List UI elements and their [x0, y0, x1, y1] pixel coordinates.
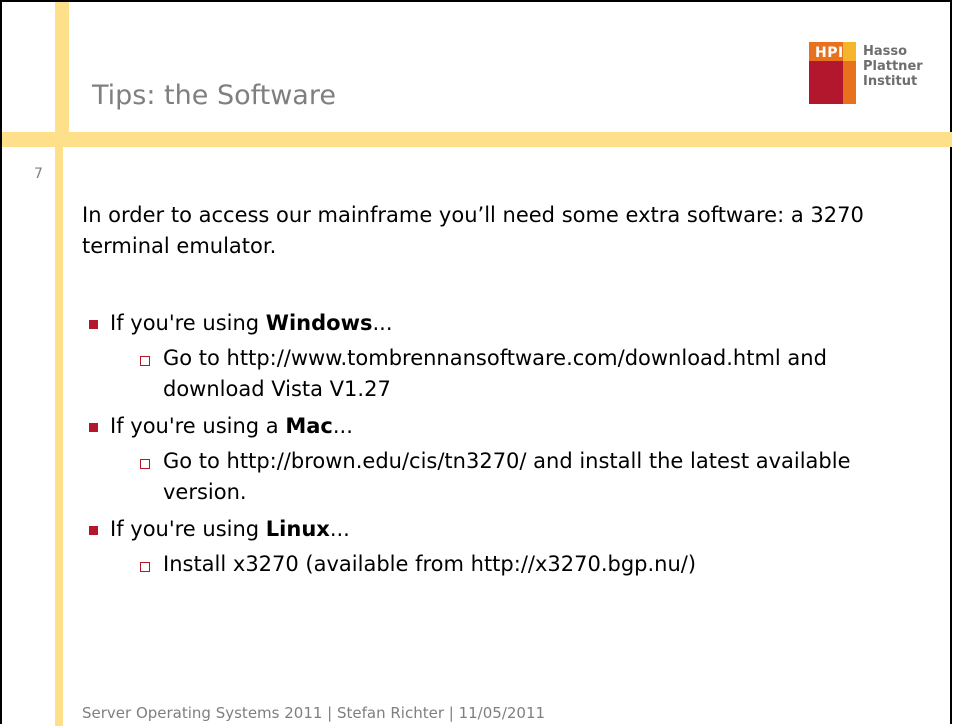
slide: Tips: the Software HPI Hasso Plattner In… [0, 0, 952, 726]
logo-line-2: Plattner [863, 59, 923, 74]
bullet-os-name: Mac [285, 414, 333, 438]
bullet-suffix: ... [372, 311, 393, 335]
sub-list-item: Go to http://www.tombrennansoftware.com/… [110, 343, 922, 405]
bullet-prefix: If you're using [110, 517, 266, 541]
sub-list-item: Install x3270 (available from http://x32… [110, 549, 922, 580]
hpi-logo-wordmark: Hasso Plattner Institut [863, 44, 923, 89]
logo-line-3: Institut [863, 74, 918, 89]
sub-list-item: Go to http://brown.edu/cis/tn3270/ and i… [110, 446, 922, 508]
hollow-square-bullet-icon [140, 459, 150, 469]
bullet-prefix: If you're using a [110, 414, 286, 438]
accent-bar-vertical [55, 147, 63, 726]
sub-bullet-text: Install x3270 (available from http://x32… [163, 552, 697, 576]
square-bullet-icon [89, 526, 98, 535]
sub-bullet-list: Go to http://www.tombrennansoftware.com/… [110, 343, 922, 405]
hpi-logo-mark-text: HPI [815, 45, 844, 61]
hollow-square-bullet-icon [140, 356, 150, 366]
slide-body: In order to access our mainframe you’ll … [82, 200, 922, 586]
bullet-os-name: Linux [265, 517, 330, 541]
hpi-logo-mark: HPI [809, 42, 856, 104]
square-bullet-icon [89, 320, 98, 329]
logo-line-1: Hasso [863, 44, 908, 59]
square-bullet-icon [89, 423, 98, 432]
sub-bullet-list: Go to http://brown.edu/cis/tn3270/ and i… [110, 446, 922, 508]
accent-bar-horizontal [2, 132, 952, 147]
slide-footer: Server Operating Systems 2011 | Stefan R… [82, 704, 546, 722]
accent-bar-top [55, 2, 69, 134]
intro-paragraph: In order to access our mainframe you’ll … [82, 203, 864, 258]
bullet-list: If you're using Windows... Go to http://… [82, 308, 922, 580]
list-item: If you're using Windows... Go to http://… [82, 308, 922, 405]
slide-number: 7 [34, 166, 43, 182]
bullet-prefix: If you're using [110, 311, 266, 335]
bullet-suffix: ... [329, 517, 350, 541]
bullet-suffix: ... [332, 414, 353, 438]
hollow-square-bullet-icon [140, 562, 150, 572]
list-item: If you're using Linux... Install x3270 (… [82, 514, 922, 580]
hpi-logo: HPI Hasso Plattner Institut [809, 42, 933, 104]
sub-bullet-text: Go to http://www.tombrennansoftware.com/… [163, 346, 827, 401]
sub-bullet-text: Go to http://brown.edu/cis/tn3270/ and i… [163, 449, 851, 504]
bullet-os-name: Windows [265, 311, 373, 335]
slide-title: Tips: the Software [92, 80, 336, 111]
sub-bullet-list: Install x3270 (available from http://x32… [110, 549, 922, 580]
list-item: If you're using a Mac... Go to http://br… [82, 411, 922, 508]
